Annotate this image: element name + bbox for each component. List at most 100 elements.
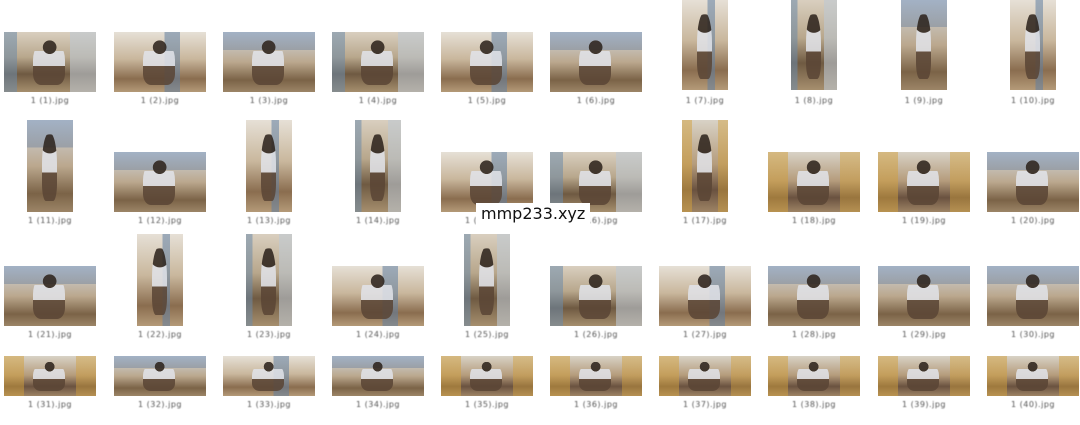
photo-subject [361,361,393,392]
image-thumbnail[interactable] [987,152,1079,212]
image-thumbnail[interactable] [1010,0,1056,90]
photo-subject [805,12,822,80]
file-name-label: 1 (32).jpg [138,400,182,409]
photo-subject [33,361,65,392]
file-name-label: 1 (36).jpg [574,400,618,409]
file-name-label: 1 (21).jpg [28,330,72,339]
file-name-label: 1 (23).jpg [247,330,291,339]
image-thumbnail[interactable] [768,266,860,326]
file-name-label: 1 (37).jpg [683,400,727,409]
file-name-label: 1 (4).jpg [358,96,398,105]
image-thumbnail[interactable] [114,32,206,92]
image-thumbnail[interactable] [550,356,642,396]
image-thumbnail[interactable] [4,266,96,326]
photo-subject [915,12,932,80]
photo-subject [41,132,58,201]
image-thumbnail[interactable] [332,266,424,326]
file-name-label: 1 (39).jpg [902,400,946,409]
file-name-label: 1 (35).jpg [465,400,509,409]
photo-subject [478,246,495,315]
file-name-label: 1 (6).jpg [576,96,616,105]
file-name-label: 1 (33).jpg [247,400,291,409]
image-thumbnail[interactable] [464,234,510,326]
image-thumbnail[interactable] [137,234,183,326]
file-name-label: 1 (10).jpg [1011,96,1055,105]
image-thumbnail[interactable] [27,120,73,212]
file-name-label: 1 (40).jpg [1011,400,1055,409]
image-thumbnail[interactable] [791,0,837,90]
file-name-label: 1 (11).jpg [28,216,72,225]
photo-subject [143,40,175,85]
file-name-label: 1 (2).jpg [140,96,180,105]
photo-subject [579,274,611,319]
file-name-label: 1 (30).jpg [1011,330,1055,339]
image-thumbnail[interactable] [987,356,1079,396]
image-thumbnail[interactable] [441,356,533,396]
photo-subject [688,361,720,392]
image-thumbnail[interactable] [682,0,728,90]
file-name-label: 1 (38).jpg [792,400,836,409]
file-name-label: 1 (27).jpg [683,330,727,339]
image-thumbnail[interactable] [4,32,96,92]
photo-subject [143,361,175,392]
image-thumbnail[interactable] [659,266,751,326]
image-thumbnail[interactable] [114,152,206,212]
photo-subject [579,40,611,85]
photo-subject [252,361,284,392]
photo-subject [688,274,720,319]
image-thumbnail[interactable] [878,356,970,396]
image-thumbnail[interactable] [332,32,424,92]
image-thumbnail[interactable] [878,152,970,212]
file-name-label: 1 (29).jpg [902,330,946,339]
file-name-label: 1 (1).jpg [30,96,70,105]
image-thumbnail[interactable] [223,32,315,92]
file-name-label: 1 (8).jpg [794,96,834,105]
file-name-label: 1 (9).jpg [904,96,944,105]
image-thumbnail[interactable] [878,266,970,326]
file-name-label: 1 (18).jpg [792,216,836,225]
photo-subject [696,132,713,201]
photo-subject [907,274,939,319]
photo-subject [1016,274,1048,319]
file-name-label: 1 (19).jpg [902,216,946,225]
file-name-label: 1 (34).jpg [356,400,400,409]
image-thumbnail[interactable] [550,266,642,326]
image-thumbnail[interactable] [659,356,751,396]
file-name-label: 1 (24).jpg [356,330,400,339]
file-name-label: 1 (13).jpg [247,216,291,225]
photo-subject [470,361,502,392]
image-thumbnail[interactable] [768,152,860,212]
watermark-label: mmp233.xyz [476,203,591,226]
image-thumbnail[interactable] [4,356,96,396]
photo-subject [361,274,393,319]
image-thumbnail[interactable] [246,120,292,212]
image-thumbnail[interactable] [901,0,947,90]
image-thumbnail[interactable] [768,356,860,396]
image-thumbnail[interactable] [682,120,728,212]
file-name-label: 1 (26).jpg [574,330,618,339]
file-name-label: 1 (12).jpg [138,216,182,225]
image-thumbnail[interactable] [223,356,315,396]
file-name-label: 1 (3).jpg [249,96,289,105]
image-thumbnail[interactable] [246,234,292,326]
image-thumbnail[interactable] [332,356,424,396]
image-thumbnail[interactable] [441,32,533,92]
photo-subject [361,40,393,85]
photo-subject [696,12,713,80]
photo-subject [907,361,939,392]
photo-subject [260,132,277,201]
photo-subject [143,160,175,205]
photo-subject [252,40,284,85]
photo-subject [1024,12,1041,80]
image-thumbnail[interactable] [550,32,642,92]
photo-subject [1016,361,1048,392]
photo-subject [579,361,611,392]
image-thumbnail[interactable] [987,266,1079,326]
photo-subject [579,160,611,205]
photo-subject [151,246,168,315]
file-name-label: 1 (22).jpg [138,330,182,339]
file-name-label: 1 (31).jpg [28,400,72,409]
image-thumbnail[interactable] [355,120,401,212]
photo-subject [33,274,65,319]
image-thumbnail[interactable] [114,356,206,396]
